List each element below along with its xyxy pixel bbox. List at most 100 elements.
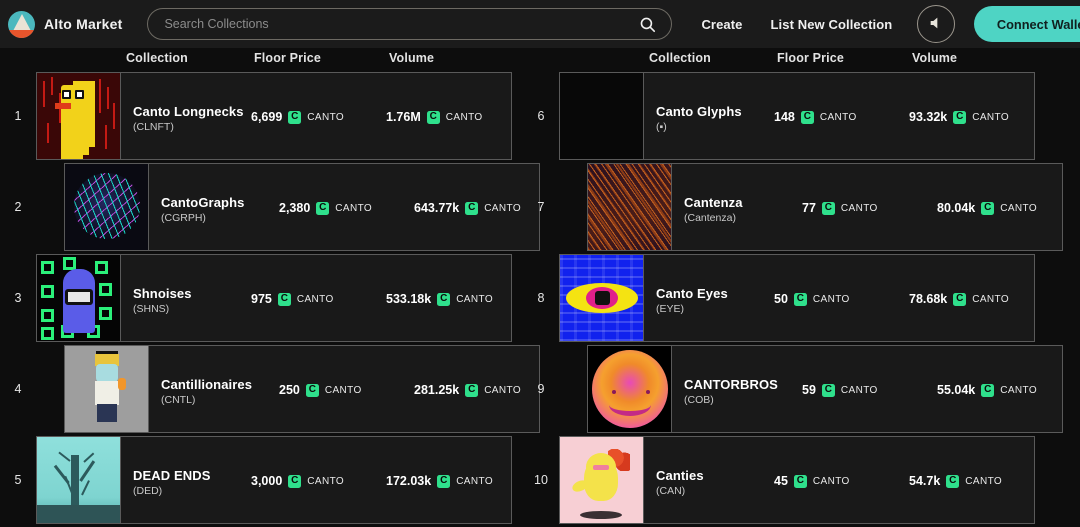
search-icon[interactable]	[638, 16, 657, 33]
collection-card[interactable]: DEAD ENDS (DED) 3,000 C CANTO 172.03k C …	[36, 436, 512, 524]
currency-label: CANTO	[456, 294, 493, 305]
column-headers-left: Collection Floor Price Volume	[0, 48, 540, 72]
rank-number: 1	[0, 72, 36, 160]
table-row[interactable]: 4 Cantillionaires (CNTL) 250 C CANTO 281…	[0, 345, 540, 433]
table-row[interactable]: 5 DEAD ENDS (DED) 3,000 C CANTO 172.03k …	[0, 436, 540, 524]
brand-name: Alto Market	[44, 16, 122, 32]
connect-wallet-button[interactable]: Connect Wallet	[974, 6, 1080, 42]
collection-thumbnail	[65, 164, 149, 250]
volume-value: 1.76M	[386, 110, 421, 124]
collection-meta: Cantenza (Cantenza) 77 C CANTO 80.04k C …	[672, 164, 1062, 250]
art-eyes-icon	[560, 255, 643, 341]
rank-number: 9	[523, 345, 559, 433]
collection-name: Canties	[656, 468, 704, 483]
collection-meta: Cantillionaires (CNTL) 250 C CANTO 281.2…	[149, 346, 539, 432]
collection-name: CANTORBROS	[684, 377, 778, 392]
search-bar[interactable]	[147, 8, 672, 40]
art-shnoises-icon	[37, 255, 120, 341]
collection-rows-right: 6 Canto Glyphs (▪) 148 C CANTO 93.32k C …	[523, 72, 1063, 524]
collection-card[interactable]: Canto Longnecks (CLNFT) 6,699 C CANTO 1.…	[36, 72, 512, 160]
alto-logo-icon	[8, 11, 35, 38]
table-row[interactable]: 2 CantoGraphs (CGRPH) 2,380 C CANTO 643.…	[0, 163, 540, 251]
canto-coin-icon: C	[316, 202, 329, 215]
table-row[interactable]: 9 CANTORBROS (COB) 59 C CANTO 55.04k C C…	[523, 345, 1063, 433]
art-longnecks-icon	[37, 73, 120, 159]
floor-stat: 45 C CANTO	[774, 474, 850, 488]
collection-meta: CantoGraphs (CGRPH) 2,380 C CANTO 643.77…	[149, 164, 539, 250]
search-input[interactable]	[164, 17, 638, 31]
volume-stat: 55.04k C CANTO	[937, 383, 1037, 397]
floor-stat: 2,380 C CANTO	[279, 201, 372, 215]
sound-toggle-button[interactable]	[917, 5, 955, 43]
column-headers-right: Collection Floor Price Volume	[523, 48, 1063, 72]
collection-ticker: (Cantenza)	[684, 212, 736, 224]
volume-stat: 54.7k C CANTO	[909, 474, 1002, 488]
volume-value: 533.18k	[386, 292, 431, 306]
canto-coin-icon: C	[288, 111, 301, 124]
rank-number: 4	[0, 345, 36, 433]
table-row[interactable]: 8 Canto Eyes (EYE) 50 C CANTO 78.68k C C…	[523, 254, 1063, 342]
table-row[interactable]: 3 Shnoises (SHNS) 975 C CANTO 533.18k C …	[0, 254, 540, 342]
floor-value: 3,000	[251, 474, 282, 488]
collection-card[interactable]: Canto Glyphs (▪) 148 C CANTO 93.32k C CA…	[559, 72, 1035, 160]
collection-meta: Canties (CAN) 45 C CANTO 54.7k C CANTO	[644, 437, 1034, 523]
collection-meta: DEAD ENDS (DED) 3,000 C CANTO 172.03k C …	[121, 437, 511, 523]
collection-rows-left: 1 Canto Longnecks (CLNFT) 6,699 C CANTO …	[0, 72, 540, 524]
collection-thumbnail	[560, 437, 644, 523]
canto-coin-icon: C	[306, 384, 319, 397]
art-canties-icon	[560, 437, 643, 523]
floor-value: 45	[774, 474, 788, 488]
canto-coin-icon: C	[981, 202, 994, 215]
canto-coin-icon: C	[465, 384, 478, 397]
table-row[interactable]: 1 Canto Longnecks (CLNFT) 6,699 C CANTO …	[0, 72, 540, 160]
rank-number: 3	[0, 254, 36, 342]
nav-create[interactable]: Create	[701, 17, 742, 32]
floor-stat: 6,699 C CANTO	[251, 110, 344, 124]
floor-value: 6,699	[251, 110, 282, 124]
collection-card[interactable]: Cantillionaires (CNTL) 250 C CANTO 281.2…	[64, 345, 540, 433]
floor-value: 59	[802, 383, 816, 397]
currency-label: CANTO	[841, 203, 878, 214]
collection-card[interactable]: Canto Eyes (EYE) 50 C CANTO 78.68k C CAN…	[559, 254, 1035, 342]
nav-list-new-collection[interactable]: List New Collection	[771, 17, 893, 32]
collection-card[interactable]: Shnoises (SHNS) 975 C CANTO 533.18k C CA…	[36, 254, 512, 342]
collection-ticker: (CLNFT)	[133, 121, 174, 133]
volume-value: 281.25k	[414, 383, 459, 397]
art-glyphs-icon	[560, 73, 643, 159]
volume-value: 93.32k	[909, 110, 947, 124]
art-cantographs-icon	[65, 164, 148, 250]
floor-stat: 3,000 C CANTO	[251, 474, 344, 488]
collection-card[interactable]: CANTORBROS (COB) 59 C CANTO 55.04k C CAN…	[587, 345, 1063, 433]
floor-stat: 50 C CANTO	[774, 292, 850, 306]
canto-coin-icon: C	[794, 475, 807, 488]
table-row[interactable]: 7 Cantenza (Cantenza) 77 C CANTO 80.04k …	[523, 163, 1063, 251]
table-row[interactable]: 6 Canto Glyphs (▪) 148 C CANTO 93.32k C …	[523, 72, 1063, 160]
canto-coin-icon: C	[953, 111, 966, 124]
floor-value: 148	[774, 110, 795, 124]
floor-value: 975	[251, 292, 272, 306]
volume-value: 172.03k	[386, 474, 431, 488]
header-floor-price: Floor Price	[777, 51, 844, 65]
brand[interactable]: Alto Market	[5, 11, 122, 38]
volume-stat: 78.68k C CANTO	[909, 292, 1009, 306]
collection-name: Cantillionaires	[161, 377, 252, 392]
table-row[interactable]: 10 Canties (CAN) 45 C CANTO 54.7k C CANT…	[523, 436, 1063, 524]
currency-label: CANTO	[965, 476, 1002, 487]
rank-number: 5	[0, 436, 36, 524]
canto-coin-icon: C	[288, 475, 301, 488]
collection-card[interactable]: CantoGraphs (CGRPH) 2,380 C CANTO 643.77…	[64, 163, 540, 251]
currency-label: CANTO	[841, 385, 878, 396]
volume-stat: 80.04k C CANTO	[937, 201, 1037, 215]
art-cantillionaires-icon	[65, 346, 148, 432]
collection-card[interactable]: Cantenza (Cantenza) 77 C CANTO 80.04k C …	[587, 163, 1063, 251]
collection-card[interactable]: Canties (CAN) 45 C CANTO 54.7k C CANTO	[559, 436, 1035, 524]
volume-value: 54.7k	[909, 474, 940, 488]
volume-value: 643.77k	[414, 201, 459, 215]
collection-thumbnail	[588, 164, 672, 250]
collection-ticker: (COB)	[684, 394, 714, 406]
currency-label: CANTO	[484, 203, 521, 214]
volume-stat: 1.76M C CANTO	[386, 110, 483, 124]
collection-meta: Canto Eyes (EYE) 50 C CANTO 78.68k C CAN…	[644, 255, 1034, 341]
floor-value: 77	[802, 201, 816, 215]
collection-thumbnail	[560, 255, 644, 341]
